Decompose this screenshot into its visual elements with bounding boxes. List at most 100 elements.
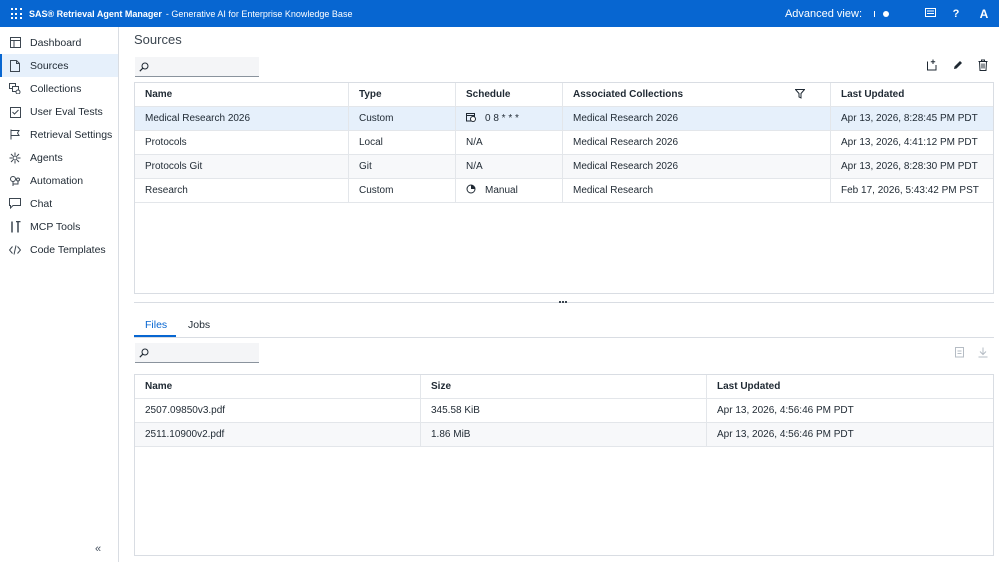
sidebar-item-mcp-tools[interactable]: MCP Tools — [0, 215, 118, 238]
source-schedule: Manual — [456, 179, 563, 202]
table-row[interactable]: Protocols Git Git N/A Medical Research 2… — [135, 155, 993, 179]
splitter-grip-icon[interactable] — [559, 301, 569, 304]
notifications-icon[interactable] — [917, 7, 943, 20]
table-header-row: Name Type Schedule Associated Collection… — [135, 83, 993, 107]
download-icon[interactable] — [978, 347, 992, 361]
agents-icon — [9, 152, 21, 164]
document-icon — [9, 59, 21, 72]
page-title: Sources — [134, 32, 182, 47]
column-header-last-updated[interactable]: Last Updated — [707, 375, 993, 398]
search-icon — [139, 62, 149, 72]
table-row[interactable]: 2511.10900v2.pdf 1.86 MiB Apr 13, 2026, … — [135, 423, 993, 447]
source-type: Git — [349, 155, 456, 178]
sidebar-item-user-eval-tests[interactable]: User Eval Tests — [0, 100, 118, 123]
tab-jobs[interactable]: Jobs — [188, 316, 222, 337]
sidebar-item-label: Retrieval Settings — [30, 128, 113, 141]
top-bar: SAS® Retrieval Agent Manager - Generative… — [0, 0, 999, 27]
source-type: Custom — [349, 107, 456, 130]
advanced-view-label: Advanced view: — [784, 7, 862, 20]
sidebar-item-label: User Eval Tests — [30, 105, 103, 118]
file-name: 2511.10900v2.pdf — [135, 423, 421, 446]
toggle-track — [874, 10, 875, 17]
source-type: Local — [349, 131, 456, 154]
source-name: Medical Research 2026 — [135, 107, 349, 130]
source-last-updated: Apr 13, 2026, 8:28:45 PM PDT — [841, 113, 978, 124]
sidebar-item-label: Collections — [30, 82, 82, 95]
manual-run-icon — [466, 184, 476, 194]
file-size: 1.86 MiB — [421, 423, 707, 446]
app-switcher-icon[interactable] — [9, 7, 23, 21]
delete-icon[interactable] — [978, 59, 992, 73]
sidebar-item-automation[interactable]: Automation — [0, 169, 118, 192]
sources-table: Name Type Schedule Associated Collection… — [134, 82, 994, 294]
table-header-row: Name Size Last Updated — [135, 375, 993, 399]
sidebar-item-chat[interactable]: Chat — [0, 192, 118, 215]
source-collections: Medical Research 2026 — [563, 155, 831, 178]
files-search-input[interactable] — [135, 343, 259, 363]
edit-icon[interactable] — [952, 59, 966, 73]
sidebar-item-retrieval-settings[interactable]: Retrieval Settings — [0, 123, 118, 146]
column-header-name[interactable]: Name — [135, 83, 349, 106]
source-name: Research — [135, 179, 349, 202]
source-schedule: N/A — [456, 131, 563, 154]
advanced-view-toggle[interactable] — [874, 9, 892, 19]
sidebar-item-label: Agents — [30, 151, 63, 164]
file-last-updated: Apr 13, 2026, 4:56:46 PM PDT — [717, 429, 854, 440]
add-source-icon[interactable] — [926, 59, 940, 73]
column-header-last-updated[interactable]: Last Updated — [831, 83, 993, 106]
source-last-updated: Feb 17, 2026, 5:43:42 PM PST — [841, 185, 979, 196]
help-icon[interactable]: ? — [943, 8, 969, 20]
calendar-clock-icon — [466, 113, 476, 122]
source-collections: Medical Research 2026 — [563, 107, 831, 130]
schedule-text: Manual — [485, 185, 518, 196]
chat-icon — [9, 198, 21, 210]
app-subtitle: - Generative AI for Enterprise Knowledge… — [165, 8, 353, 19]
sidebar-item-label: Sources — [30, 59, 69, 72]
source-name: Protocols Git — [135, 155, 349, 178]
table-row[interactable]: 2507.09850v3.pdf 345.58 KiB Apr 13, 2026… — [135, 399, 993, 423]
source-last-updated: Apr 13, 2026, 8:28:30 PM PDT — [841, 161, 978, 172]
source-name: Protocols — [135, 131, 349, 154]
tab-files[interactable]: Files — [134, 316, 176, 337]
table-row[interactable]: Medical Research 2026 Custom 0 8 * * * M… — [135, 107, 993, 131]
sidebar-item-collections[interactable]: Collections — [0, 77, 118, 100]
source-collections: Medical Research 2026 — [563, 131, 831, 154]
column-header-associated-collections[interactable]: Associated Collections — [563, 83, 831, 106]
user-avatar[interactable]: A — [969, 7, 999, 21]
sidebar-item-label: Code Templates — [30, 243, 106, 256]
sidebar-item-code-templates[interactable]: Code Templates — [0, 238, 118, 261]
source-last-updated: Apr 13, 2026, 4:41:12 PM PDT — [841, 137, 978, 148]
checklist-icon — [9, 106, 21, 118]
collapse-sidebar-button[interactable]: « — [95, 543, 101, 555]
source-collections: Medical Research — [563, 179, 831, 202]
source-type: Custom — [349, 179, 456, 202]
sidebar-item-label: MCP Tools — [30, 220, 81, 233]
sidebar-item-agents[interactable]: Agents — [0, 146, 118, 169]
toggle-knob — [883, 10, 889, 17]
column-header-label: Associated Collections — [573, 89, 684, 100]
sidebar: Dashboard Sources Collections User Eval … — [0, 27, 119, 562]
files-table: Name Size Last Updated 2507.09850v3.pdf … — [134, 374, 994, 556]
code-icon — [9, 244, 21, 256]
detail-tabs: Files Jobs — [134, 316, 994, 338]
sidebar-item-sources[interactable]: Sources — [0, 54, 118, 77]
filter-icon[interactable] — [795, 89, 805, 99]
collections-icon — [9, 83, 21, 95]
file-last-updated: Apr 13, 2026, 4:56:46 PM PDT — [717, 405, 854, 416]
schedule-text: 0 8 * * * — [485, 113, 519, 124]
table-row[interactable]: Research Custom Manual Medical Research … — [135, 179, 993, 203]
sidebar-item-dashboard[interactable]: Dashboard — [0, 31, 118, 54]
brand-name: SAS® Retrieval Agent Manager — [29, 8, 162, 19]
column-header-name[interactable]: Name — [135, 375, 421, 398]
sources-search-input[interactable] — [135, 57, 259, 77]
file-preview-icon[interactable] — [955, 347, 969, 361]
column-header-size[interactable]: Size — [421, 375, 707, 398]
source-schedule: 0 8 * * * — [456, 107, 563, 130]
sidebar-item-label: Automation — [30, 174, 84, 187]
column-header-type[interactable]: Type — [349, 83, 456, 106]
table-row[interactable]: Protocols Local N/A Medical Research 202… — [135, 131, 993, 155]
settings-flag-icon — [9, 129, 21, 141]
automation-icon — [9, 175, 21, 187]
search-icon — [139, 348, 149, 358]
column-header-schedule[interactable]: Schedule — [456, 83, 563, 106]
